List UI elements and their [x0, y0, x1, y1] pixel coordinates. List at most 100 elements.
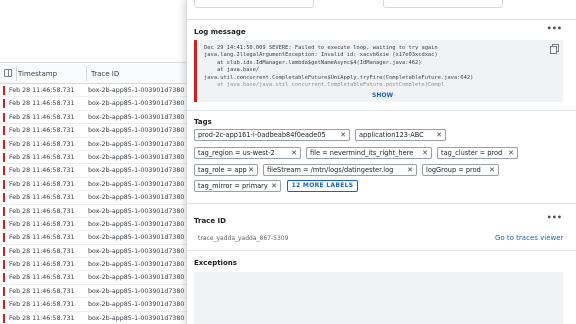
error-level-indicator [3, 166, 5, 176]
table-row[interactable]: Feb 28 11:46:58.731 box-2b-app85-1-003901… [0, 191, 186, 205]
top-field-left[interactable] [194, 0, 314, 8]
row-trace-id: box-2b-app85-1-003901d7380 [88, 314, 185, 322]
tag-chip[interactable]: application123-ABC ✕ [355, 129, 446, 141]
error-level-indicator [3, 179, 5, 189]
row-timestamp: Feb 28 11:46:58.731 [9, 194, 75, 202]
table-row[interactable]: Feb 28 11:46:58.731 box-2b-app85-1-003901… [0, 312, 186, 324]
tag-label: tag_region = us-west-2 [198, 149, 275, 157]
row-timestamp: Feb 28 11:46:58.731 [9, 180, 75, 188]
tag-chip[interactable]: tag_role = app ✕ [194, 164, 258, 176]
tag-chip[interactable]: fileStream = /mtn/logs/datingester.log ✕ [263, 164, 417, 176]
divider [187, 19, 576, 20]
row-trace-id: box-2b-app85-1-003901d7380 [88, 287, 185, 295]
exceptions-title: Exceptions [194, 259, 237, 267]
tag-chip[interactable]: prod-2c-app161-i-0adbeab84f0eade05 ✕ [194, 129, 350, 141]
tag-chip[interactable]: file = nevermind_its_right_here ✕ [306, 147, 432, 159]
remove-tag-icon[interactable]: ✕ [407, 165, 413, 175]
remove-tag-icon[interactable]: ✕ [489, 165, 495, 175]
remove-tag-icon[interactable]: ✕ [340, 130, 346, 140]
table-row[interactable]: Feb 28 11:46:58.731 box-2b-app85-1-003901… [0, 285, 186, 299]
table-row[interactable]: Feb 28 11:46:58.731 box-2b-app85-1-003901… [0, 138, 186, 151]
panel-top-fields [187, 0, 576, 16]
row-trace-id: box-2b-app85-1-003901d7380 [88, 261, 185, 269]
row-trace-id: box-2b-app85-1-003901d7380 [88, 153, 185, 161]
column-header-timestamp[interactable]: Timestamp [18, 70, 57, 78]
error-level-indicator [3, 112, 5, 122]
row-trace-id: box-2b-app85-1-003901d7380 [88, 100, 185, 108]
trace-id-value: trace_yadda_yadda_867-5309 [198, 235, 289, 242]
row-timestamp: Feb 28 11:46:58.731 [9, 314, 75, 322]
row-timestamp: Feb 28 11:46:58.731 [9, 113, 75, 121]
row-trace-id: box-2b-app85-1-003901d7380 [88, 194, 185, 202]
error-level-indicator [3, 193, 5, 203]
error-level-indicator [3, 260, 5, 270]
remove-tag-icon[interactable]: ✕ [436, 130, 442, 140]
row-timestamp: Feb 28 11:46:58.731 [9, 261, 75, 269]
tag-chip[interactable]: tag_mirror = primary ✕ [194, 180, 281, 192]
table-header: Timestamp Trace ID [0, 62, 186, 84]
error-level-indicator [3, 273, 5, 283]
remove-tag-icon[interactable]: ✕ [248, 165, 254, 175]
table-row[interactable]: Feb 28 11:46:58.731 box-2b-app85-1-003901… [0, 97, 186, 111]
row-timestamp: Feb 28 11:46:58.731 [9, 127, 75, 135]
row-timestamp: Feb 28 11:46:58.731 [9, 100, 75, 108]
column-divider [86, 66, 87, 81]
table-row[interactable]: Feb 28 11:46:58.731 box-2b-app85-1-003901… [0, 164, 186, 178]
row-timestamp: Feb 28 11:46:58.731 [9, 247, 75, 255]
table-row[interactable]: Feb 28 11:46:58.731 box-2b-app85-1-003901… [0, 205, 186, 218]
table-row[interactable]: Feb 28 11:46:58.731 box-2b-app85-1-003901… [0, 151, 186, 165]
table-row[interactable]: Feb 28 11:46:58.731 box-2b-app85-1-003901… [0, 245, 186, 259]
row-timestamp: Feb 28 11:46:58.731 [9, 301, 75, 309]
log-message-title: Log message [194, 28, 246, 36]
show-more-button[interactable]: SHOW [372, 92, 393, 99]
error-level-indicator [3, 99, 5, 109]
log-message-more-icon[interactable]: ••• [547, 24, 562, 33]
go-to-traces-link[interactable]: Go to traces viewer [495, 234, 563, 242]
error-level-indicator [3, 126, 5, 136]
table-row[interactable]: Feb 28 11:46:58.731 box-2b-app85-1-003901… [0, 271, 186, 285]
table-row[interactable]: Feb 28 11:46:58.731 box-2b-app85-1-003901… [0, 258, 186, 272]
more-labels-button[interactable]: 12 MORE LABELS [287, 180, 358, 192]
row-trace-id: box-2b-app85-1-003901d7380 [88, 274, 185, 282]
error-level-indicator [3, 313, 5, 323]
error-level-indicator [3, 233, 5, 243]
row-trace-id: box-2b-app85-1-003901d7380 [88, 113, 185, 121]
remove-tag-icon[interactable]: ✕ [422, 148, 428, 158]
tag-label: fileStream = /mtn/logs/datingester.log [267, 166, 394, 174]
table-row[interactable]: Feb 28 11:46:58.731 box-2b-app85-1-003901… [0, 231, 186, 245]
remove-tag-icon[interactable]: ✕ [271, 181, 277, 191]
error-level-indicator [3, 206, 5, 216]
remove-tag-icon[interactable]: ✕ [508, 148, 514, 158]
trace-id-more-icon[interactable]: ••• [547, 213, 562, 222]
copy-icon[interactable] [550, 44, 559, 54]
tag-chip[interactable]: logGroup = prod ✕ [422, 164, 499, 176]
log-detail-panel: Log message ••• Dec 29 14:41:50.009 SEVE… [186, 0, 576, 324]
row-timestamp: Feb 28 11:46:58.731 [9, 287, 75, 295]
row-timestamp: Feb 28 11:46:58.731 [9, 87, 75, 94]
error-level-indicator [3, 86, 5, 95]
tag-label: file = nevermind_its_right_here [310, 149, 414, 157]
table-row[interactable]: Feb 28 11:46:58.731 box-2b-app85-1-003901… [0, 298, 186, 312]
row-timestamp: Feb 28 11:46:58.731 [9, 153, 75, 161]
table-row[interactable]: Feb 28 11:46:58.731 box-2b-app85-1-003901… [0, 111, 186, 125]
row-timestamp: Feb 28 11:46:58.731 [9, 167, 75, 175]
row-trace-id: box-2b-app85-1-003901d7380 [88, 234, 185, 242]
tag-label: logGroup = prod [426, 166, 481, 174]
row-trace-id: box-2b-app85-1-003901d7380 [88, 247, 185, 255]
table-row[interactable]: Feb 28 11:46:58.731 box-2b-app85-1-003901… [0, 84, 186, 98]
log-message-box: Dec 29 14:41:50.009 SEVERE: Failed to ex… [194, 40, 563, 102]
tag-chip[interactable]: tag_cluster = prod ✕ [437, 147, 518, 159]
tag-label: prod-2c-app161-i-0adbeab84f0eade05 [198, 131, 326, 139]
table-row[interactable]: Feb 28 11:46:58.731 box-2b-app85-1-003901… [0, 218, 186, 232]
top-field-right[interactable] [383, 0, 503, 8]
column-header-trace-id[interactable]: Trace ID [91, 70, 119, 78]
table-row[interactable]: Feb 28 11:46:58.731 box-2b-app85-1-003901… [0, 178, 186, 192]
remove-tag-icon[interactable]: ✕ [291, 148, 297, 158]
error-level-indicator [3, 246, 5, 256]
row-timestamp: Feb 28 11:46:58.731 [9, 140, 75, 148]
table-row[interactable]: Feb 28 11:46:58.731 box-2b-app85-1-003901… [0, 124, 186, 138]
tag-label: tag_mirror = primary [198, 182, 268, 190]
tag-chip[interactable]: tag_region = us-west-2 ✕ [194, 147, 301, 159]
column-selector-icon[interactable] [4, 69, 12, 77]
error-level-indicator [3, 300, 5, 310]
